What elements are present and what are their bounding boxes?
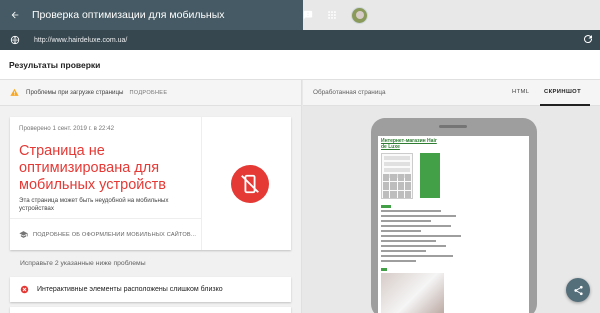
- left-panel: Проблемы при загрузке страницы ПОДРОБНЕЕ…: [0, 80, 302, 313]
- arrow-back-icon: [11, 11, 19, 19]
- mobile-green-block: [420, 153, 440, 198]
- mobile-hero-image: [381, 273, 444, 313]
- page-title: Проверка оптимизации для мобильных: [32, 9, 225, 21]
- feedback-icon[interactable]: [303, 10, 313, 20]
- mobile-green-bar: [381, 205, 391, 208]
- results-header: Результаты проверки: [0, 50, 600, 80]
- issue-text: Интерактивные элементы расположены слишк…: [37, 286, 223, 293]
- url-bar: http://www.hairdeluxe.com.ua/: [0, 30, 600, 50]
- warning-text: Проблемы при загрузке страницы: [26, 89, 124, 96]
- verdict-card: Проверено 1 сент. 2019 г. в 22:42 Страни…: [10, 117, 291, 250]
- back-button[interactable]: [0, 0, 30, 30]
- mobile-text-lines: [381, 210, 481, 265]
- active-tab-indicator: [540, 104, 590, 106]
- share-button[interactable]: [566, 278, 590, 302]
- tab-html[interactable]: HTML: [512, 89, 529, 95]
- issue-item[interactable]: [10, 307, 291, 313]
- card-divider: [10, 218, 201, 219]
- error-icon: [20, 285, 29, 294]
- reload-icon[interactable]: [582, 33, 594, 45]
- tab-screenshot[interactable]: СКРИНШОТ: [544, 89, 581, 95]
- phone-speaker: [439, 125, 467, 128]
- app-bar: Проверка оптимизации для мобильных: [0, 0, 600, 30]
- verdict-description: Эта страница может быть неудобной на моб…: [19, 197, 169, 212]
- not-mobile-friendly-icon: [231, 165, 269, 203]
- mobile-screenshot: Интернет-магазин Hair de Luxe: [378, 136, 529, 313]
- results-title: Результаты проверки: [9, 59, 101, 70]
- issues-hint: Исправьте 2 указанные ниже проблемы: [20, 260, 146, 267]
- share-icon: [573, 285, 583, 295]
- rendered-page-label: Обработанная страница: [313, 89, 386, 96]
- mobile-site-title: Интернет-магазин Hair de Luxe: [381, 138, 437, 150]
- school-icon: [19, 231, 28, 238]
- load-issues-row[interactable]: Проблемы при загрузке страницы ПОДРОБНЕЕ: [0, 80, 301, 106]
- url-text[interactable]: http://www.hairdeluxe.com.ua/: [34, 37, 127, 44]
- verdict-heading: Страница не оптимизирована для мобильных…: [19, 143, 166, 193]
- mobile-color-grid: [383, 174, 411, 198]
- globe-icon: [10, 35, 20, 45]
- mobile-design-link[interactable]: ПОДРОБНЕЕ ОБ ОФОРМЛЕНИИ МОБИЛЬНЫХ САЙТОВ…: [19, 230, 196, 239]
- card-vertical-divider: [201, 117, 202, 250]
- apps-grid-icon[interactable]: [327, 10, 337, 20]
- test-date: Проверено 1 сент. 2019 г. в 22:42: [19, 125, 115, 132]
- issue-item[interactable]: Интерактивные элементы расположены слишк…: [10, 277, 291, 302]
- avatar[interactable]: [351, 6, 368, 24]
- mobile-design-link-text: ПОДРОБНЕЕ ОБ ОФОРМЛЕНИИ МОБИЛЬНЫХ САЙТОВ…: [33, 231, 197, 238]
- mobile-green-mark: [381, 268, 387, 271]
- warning-icon: [10, 88, 19, 96]
- preview-tabs-bar: Обработанная страница HTML СКРИНШОТ: [303, 80, 600, 106]
- warning-details-link[interactable]: ПОДРОБНЕЕ: [129, 90, 167, 96]
